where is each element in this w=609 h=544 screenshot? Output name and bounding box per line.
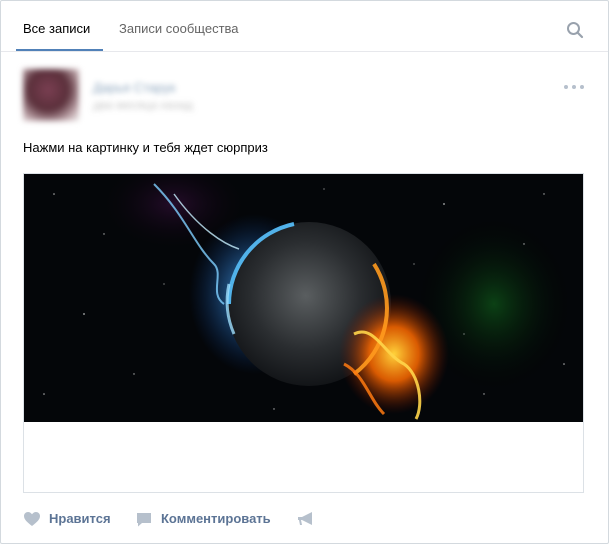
megaphone-icon (298, 512, 312, 525)
post-date[interactable]: два месяца назад (93, 98, 193, 112)
attachment-caption-area[interactable] (24, 422, 583, 492)
post-text: Нажми на картинку и тебя ждет сюрприз (23, 140, 268, 155)
wall-widget: Все записи Записи сообщества Дарья Стару… (0, 0, 609, 544)
active-tab-underline (16, 49, 103, 51)
planet-fire-ice-image[interactable] (24, 174, 583, 422)
heart-icon (24, 512, 40, 526)
author-avatar[interactable] (23, 69, 79, 121)
share-button[interactable] (297, 509, 321, 529)
comment-label: Комментировать (161, 511, 271, 526)
like-label: Нравится (49, 511, 111, 526)
author-name[interactable]: Дарья Старук (93, 80, 175, 95)
tab-all-posts[interactable]: Все записи (23, 21, 90, 37)
search-icon[interactable] (566, 21, 584, 39)
comment-icon (137, 513, 151, 527)
tab-community-posts[interactable]: Записи сообщества (119, 21, 239, 37)
more-options-icon[interactable] (562, 81, 586, 93)
like-button[interactable]: Нравится (23, 509, 123, 529)
comment-button[interactable]: Комментировать (135, 509, 285, 529)
wall-tabs: Все записи Записи сообщества (1, 1, 608, 52)
post-attachment-card[interactable] (23, 173, 584, 493)
